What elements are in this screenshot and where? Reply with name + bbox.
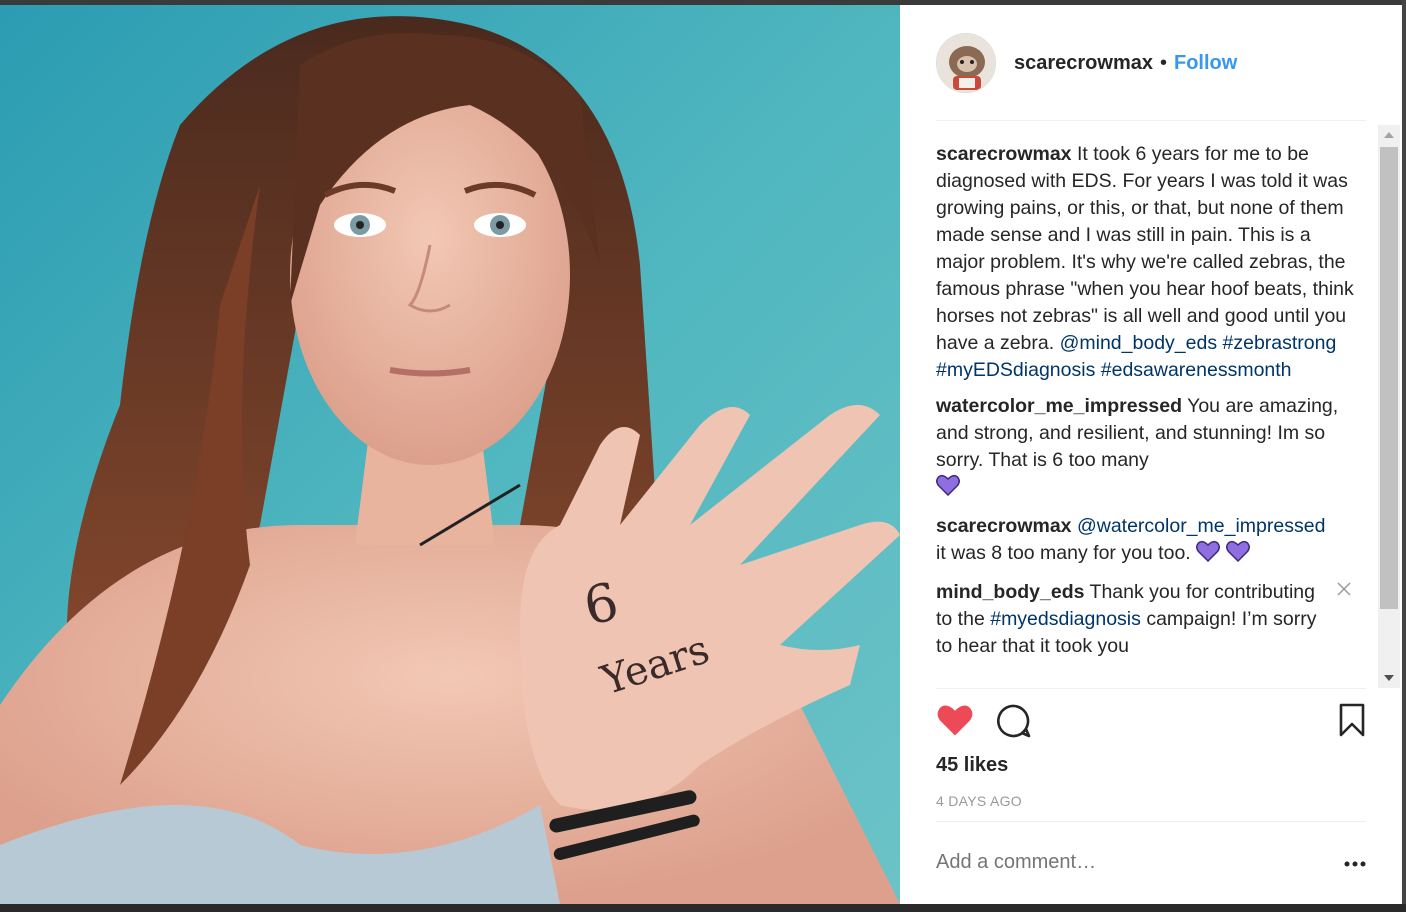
scroll-down-icon[interactable] <box>1378 668 1400 688</box>
hashtag-link[interactable]: #edsawarenessmonth <box>1101 359 1292 381</box>
close-icon[interactable] <box>1334 579 1354 599</box>
post-photo[interactable]: 6 Years <box>0 5 900 904</box>
right-strip <box>1402 0 1406 912</box>
comment-icon[interactable] <box>996 703 1032 744</box>
post-timestamp[interactable]: 4 DAYS AGO <box>936 793 1022 809</box>
post-side-panel: scarecrowmax • Follow scarecrowmax It to… <box>900 5 1402 904</box>
scroll-up-icon[interactable] <box>1378 125 1400 145</box>
list-item: watercolor_me_impressed You are amazing,… <box>936 393 1354 504</box>
caption-comment: scarecrowmax It took 6 years for me to b… <box>936 141 1354 384</box>
more-icon[interactable] <box>1343 857 1367 869</box>
post-header: scarecrowmax • Follow <box>936 33 1366 93</box>
add-comment-input[interactable] <box>936 851 1316 874</box>
comments-scrollbar[interactable] <box>1378 125 1400 688</box>
comment-text: it was 8 too many for you too. <box>936 542 1191 564</box>
comment-username[interactable]: scarecrowmax <box>936 143 1072 165</box>
comment-username[interactable]: watercolor_me_impressed <box>936 395 1182 417</box>
comment-username[interactable]: scarecrowmax <box>936 515 1072 537</box>
bottom-strip <box>0 904 1406 912</box>
add-comment-divider <box>936 821 1366 822</box>
heart-icon[interactable] <box>936 703 974 742</box>
purple-heart-icon <box>936 474 960 504</box>
purple-heart-icon <box>1196 540 1221 570</box>
comment-username[interactable]: mind_body_eds <box>936 581 1084 603</box>
hashtag-link[interactable]: #myEDSdiagnosis <box>936 359 1095 381</box>
list-item: scarecrowmax @watercolor_me_impressed it… <box>936 513 1354 570</box>
mention-link[interactable]: @mind_body_eds <box>1060 332 1217 354</box>
mention-link[interactable]: @watercolor_me_impressed <box>1077 515 1325 537</box>
bookmark-icon[interactable] <box>1338 703 1366 742</box>
separator-dot: • <box>1159 51 1167 74</box>
likes-count[interactable]: 45 likes <box>936 754 1008 777</box>
hashtag-link[interactable]: #myedsdiagnosis <box>990 608 1141 630</box>
post-author-username[interactable]: scarecrowmax <box>1014 52 1153 75</box>
purple-heart-icon <box>1225 540 1250 570</box>
header-divider <box>936 120 1366 121</box>
scrollbar-thumb[interactable] <box>1380 147 1398 609</box>
comments-divider <box>936 688 1366 689</box>
hashtag-link[interactable]: #zebrastrong <box>1223 332 1337 354</box>
comments-list[interactable]: scarecrowmax It took 6 years for me to b… <box>936 141 1354 689</box>
avatar[interactable] <box>936 33 996 93</box>
follow-button[interactable]: Follow <box>1174 52 1237 75</box>
list-item: mind_body_eds Thank you for contributing… <box>936 579 1354 660</box>
comment-text: It took 6 years for me to be diagnosed w… <box>936 143 1354 354</box>
post-actions <box>936 703 1366 743</box>
